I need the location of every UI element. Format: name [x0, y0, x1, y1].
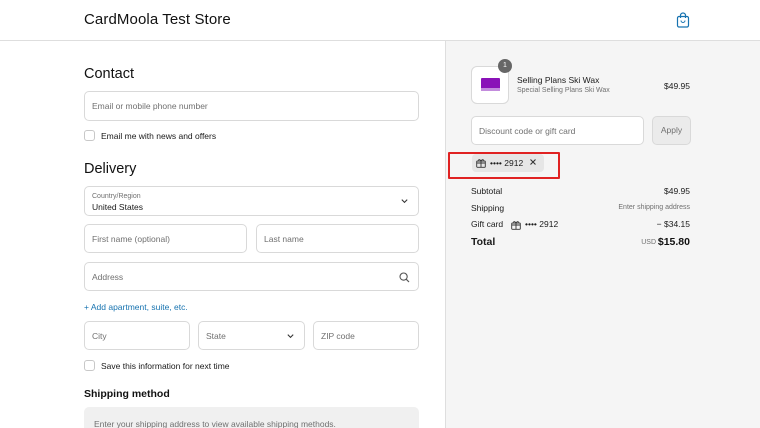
country-select[interactable]: Country/Region United States [84, 186, 419, 216]
country-label: Country/Region [92, 193, 141, 200]
chevron-down-icon [287, 333, 294, 338]
header: CardMoola Test Store [0, 0, 760, 41]
product-name: Selling Plans Ski Wax [517, 75, 600, 85]
first-name-placeholder: First name (optional) [92, 233, 170, 244]
last-name-field[interactable]: Last name [256, 224, 419, 253]
add-apartment-link[interactable]: + Add apartment, suite, etc. [84, 302, 188, 312]
last-name-placeholder: Last name [264, 233, 304, 244]
shipping-method-message: Enter your shipping address to view avai… [94, 419, 336, 428]
checkout-form: Contact Email or mobile phone number Ema… [0, 41, 445, 428]
quantity-badge: 1 [498, 59, 512, 73]
state-placeholder: State [206, 330, 226, 341]
state-select[interactable]: State [198, 321, 305, 350]
order-summary: 1 Selling Plans Ski Wax Special Selling … [445, 41, 760, 428]
total-label: Total [471, 236, 496, 248]
total-value: $15.80 [657, 236, 690, 248]
city-placeholder: City [92, 330, 107, 341]
product-price: $49.95 [664, 81, 690, 91]
highlight-box [448, 152, 560, 179]
city-field[interactable]: City [84, 321, 190, 350]
gift-card-label: Gift card [471, 219, 504, 229]
gift-card-code: •••• 2912 [525, 219, 559, 229]
store-name[interactable]: CardMoola Test Store [84, 11, 231, 28]
shipping-row: Shipping Enter shipping address [471, 203, 690, 215]
first-name-field[interactable]: First name (optional) [84, 224, 247, 253]
chevron-down-icon [401, 199, 408, 204]
product-image [481, 78, 500, 91]
email-offers-checkbox[interactable] [84, 130, 95, 141]
zip-placeholder: ZIP code [321, 330, 355, 341]
gift-card-row: Gift card •••• 2912 − $34.15 [471, 219, 690, 231]
subtotal-row: Subtotal $49.95 [471, 186, 690, 198]
address-placeholder: Address [92, 271, 124, 282]
gift-card-value: − $34.15 [656, 219, 690, 229]
gift-icon [511, 221, 521, 230]
product-variant: Special Selling Plans Ski Wax [517, 87, 610, 94]
subtotal-label: Subtotal [471, 186, 503, 196]
shipping-label: Shipping [471, 203, 505, 213]
subtotal-value: $49.95 [664, 186, 690, 196]
country-value: United States [92, 202, 144, 212]
zip-field[interactable]: ZIP code [313, 321, 419, 350]
search-icon[interactable] [399, 272, 410, 283]
shipping-method-box: Enter your shipping address to view avai… [84, 407, 419, 428]
save-info-label: Save this information for next time [101, 361, 230, 371]
email-placeholder: Email or mobile phone number [92, 101, 208, 111]
apply-button[interactable]: Apply [652, 116, 691, 145]
email-offers-label: Email me with news and offers [101, 131, 217, 141]
shipping-value: Enter shipping address [618, 204, 690, 211]
shopping-bag-icon[interactable] [676, 12, 690, 28]
contact-title: Contact [84, 66, 134, 82]
currency-code: USD [641, 239, 656, 246]
delivery-title: Delivery [84, 161, 137, 177]
shipping-method-title: Shipping method [84, 388, 170, 400]
email-field[interactable]: Email or mobile phone number [84, 91, 419, 121]
discount-placeholder: Discount code or gift card [479, 125, 576, 136]
address-field[interactable]: Address [84, 262, 419, 291]
total-row: Total USD $15.80 [471, 236, 690, 252]
discount-code-input[interactable]: Discount code or gift card [471, 116, 644, 145]
save-info-checkbox[interactable] [84, 360, 95, 371]
